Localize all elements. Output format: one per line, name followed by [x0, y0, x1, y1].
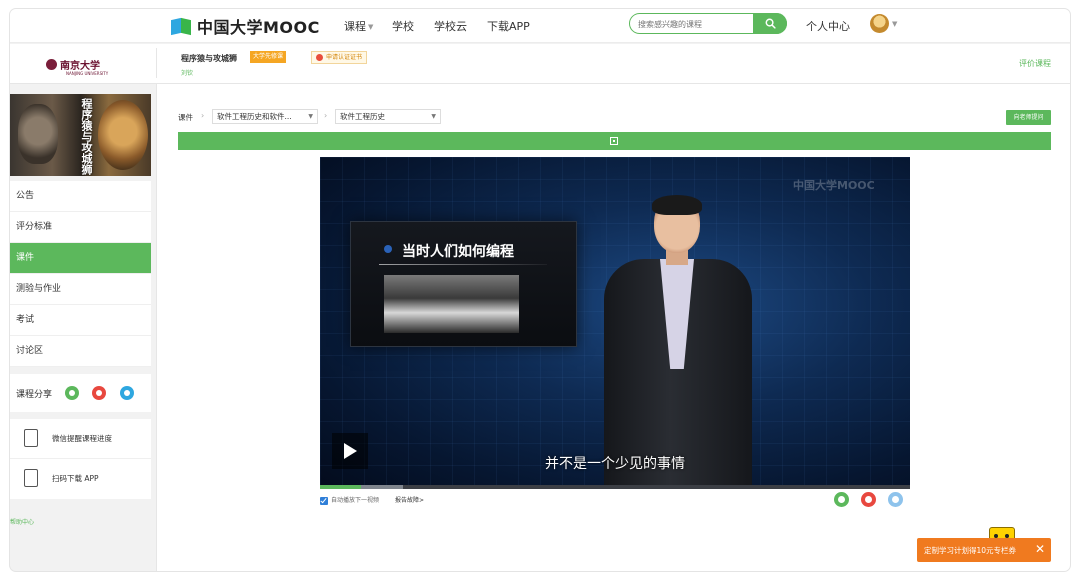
monkey-face-image [18, 104, 58, 164]
book-logo-icon [171, 17, 193, 36]
expand-toggle-icon[interactable] [610, 137, 618, 145]
university-name: 南京大学 [60, 60, 100, 72]
sidebar-item-courseware[interactable]: 课件 [10, 243, 151, 274]
lecturer [604, 195, 754, 489]
bullet-icon [384, 245, 392, 253]
sidebar-item-exam[interactable]: 考试 [10, 305, 151, 336]
lesson-select[interactable]: 软件工程历史 ▼ [335, 109, 441, 124]
brand-name: 中国大学MOOC [197, 18, 320, 37]
nav-item-courses[interactable]: 课程 ▼ [344, 18, 373, 34]
sidebar-item-forum[interactable]: 讨论区 [10, 336, 151, 367]
autoplay-checkbox[interactable] [320, 497, 328, 505]
divider [379, 264, 547, 265]
wechat-share-icon[interactable] [834, 492, 849, 507]
divider [156, 48, 157, 78]
tool-label: 扫码下载 APP [52, 474, 99, 483]
university-english-name: NANJING UNIVERSITY [66, 71, 109, 76]
close-icon[interactable]: ✕ [1035, 542, 1045, 556]
video-player[interactable]: 中国大学MOOC 当时人们如何编程 并不是一个少见的事情 [320, 157, 910, 489]
cover-title: 程序猿与攻城狮 [80, 98, 93, 175]
chevron-right-icon: › [324, 111, 328, 120]
search-button[interactable] [753, 13, 787, 34]
help-center-link[interactable]: 帮助中心 [10, 517, 34, 526]
nav-item-schools[interactable]: 学校 [392, 18, 414, 34]
wechat-reminder-button[interactable]: 微信提醒课程进度 [10, 419, 151, 459]
personal-center-link[interactable]: 个人中心 [806, 18, 850, 34]
sidebar-item-announcements[interactable]: 公告 [10, 181, 151, 212]
ask-teacher-button[interactable]: 向老师提问 [1006, 110, 1051, 125]
sidebar-item-quizzes[interactable]: 测验与作业 [10, 274, 151, 305]
download-app-button[interactable]: 扫码下载 APP [10, 459, 151, 499]
promo-text: 定制学习计划得10元专栏券 [924, 546, 1017, 555]
university-seal-icon [46, 58, 57, 70]
sidebar-item-grading[interactable]: 评分标准 [10, 212, 151, 243]
unit-bar [178, 132, 1051, 150]
nav-item-school-cloud[interactable]: 学校云 [434, 18, 467, 34]
top-nav: 中国大学MOOC 课程▼ 学校 学校云 下载APP 个人中心 ▼ [10, 9, 1070, 43]
weibo-share-icon[interactable] [92, 386, 106, 400]
main-content: 课件 › 软件工程历史和软件... ▼ › 软件工程历史 ▼ 向老师提问 中国大… [157, 84, 1070, 571]
course-teacher[interactable]: 刘钦 [181, 68, 193, 77]
apply-certificate-button[interactable]: 申请认证证书 [311, 51, 368, 64]
autoplay-label: 自动播放下一视频 [331, 497, 380, 504]
video-footer: 自动播放下一视频 报告故障> [320, 492, 910, 510]
search-icon [765, 18, 776, 29]
chevron-down-icon: ▼ [431, 113, 436, 120]
video-watermark: 中国大学MOOC [793, 179, 875, 192]
video-progress-bar[interactable] [320, 485, 910, 489]
search-box [629, 13, 787, 34]
share-label: 课程分享 [16, 390, 53, 400]
breadcrumb-root[interactable]: 课件 [178, 112, 193, 123]
search-input[interactable] [638, 17, 748, 31]
lecture-slide: 当时人们如何编程 [350, 221, 577, 347]
wechat-share-icon[interactable] [65, 386, 79, 400]
checklist-icon [24, 429, 38, 447]
rate-course-link[interactable]: 评价课程 [1019, 58, 1051, 69]
tool-label: 微信提醒课程进度 [52, 434, 112, 443]
tablet-icon [24, 469, 38, 487]
qq-share-icon[interactable] [120, 386, 134, 400]
promo-banner[interactable]: 定制学习计划得10元专栏券 ✕ [917, 538, 1051, 562]
historical-photo [384, 275, 519, 333]
avatar[interactable] [870, 14, 889, 33]
sidebar-tools: 微信提醒课程进度 扫码下载 APP [10, 419, 151, 499]
played-progress [320, 485, 362, 489]
chevron-down-icon: ▼ [308, 113, 313, 120]
medal-icon [316, 54, 323, 61]
mooc-logo[interactable]: 中国大学MOOC [171, 15, 320, 37]
chevron-down-icon: ▼ [368, 23, 374, 31]
course-share: 课程分享 [10, 374, 151, 412]
course-title: 程序猿与攻城狮 [181, 54, 237, 63]
apply-certificate-label: 申请认证证书 [326, 54, 363, 61]
course-cover-image: 程序猿与攻城狮 [10, 94, 151, 176]
chevron-right-icon: › [201, 111, 205, 120]
weibo-share-icon[interactable] [861, 492, 876, 507]
video-subtitle: 并不是一个少见的事情 [545, 456, 685, 472]
qq-share-icon[interactable] [888, 492, 903, 507]
lion-face-image [98, 100, 148, 170]
chevron-down-icon[interactable]: ▼ [892, 20, 897, 28]
nav-item-label: 课程 [344, 20, 366, 33]
course-menu: 公告 评分标准 课件 测验与作业 考试 讨论区 [10, 181, 151, 367]
chapter-select-value: 软件工程历史和软件... [217, 112, 292, 121]
lesson-select-value: 软件工程历史 [340, 112, 385, 121]
browser-window: 中国大学MOOC 课程▼ 学校 学校云 下载APP 个人中心 ▼ 南京大学 NA… [10, 9, 1070, 571]
course-header: 南京大学 NANJING UNIVERSITY 程序猿与攻城狮 刘钦 大学先修课… [10, 44, 1070, 84]
slide-title: 当时人们如何编程 [402, 244, 514, 260]
prerequisite-badge: 大学先修课 [250, 51, 287, 63]
nav-item-download-app[interactable]: 下载APP [487, 18, 530, 34]
report-issue-link[interactable]: 报告故障> [395, 496, 424, 506]
chapter-select[interactable]: 软件工程历史和软件... ▼ [212, 109, 318, 124]
